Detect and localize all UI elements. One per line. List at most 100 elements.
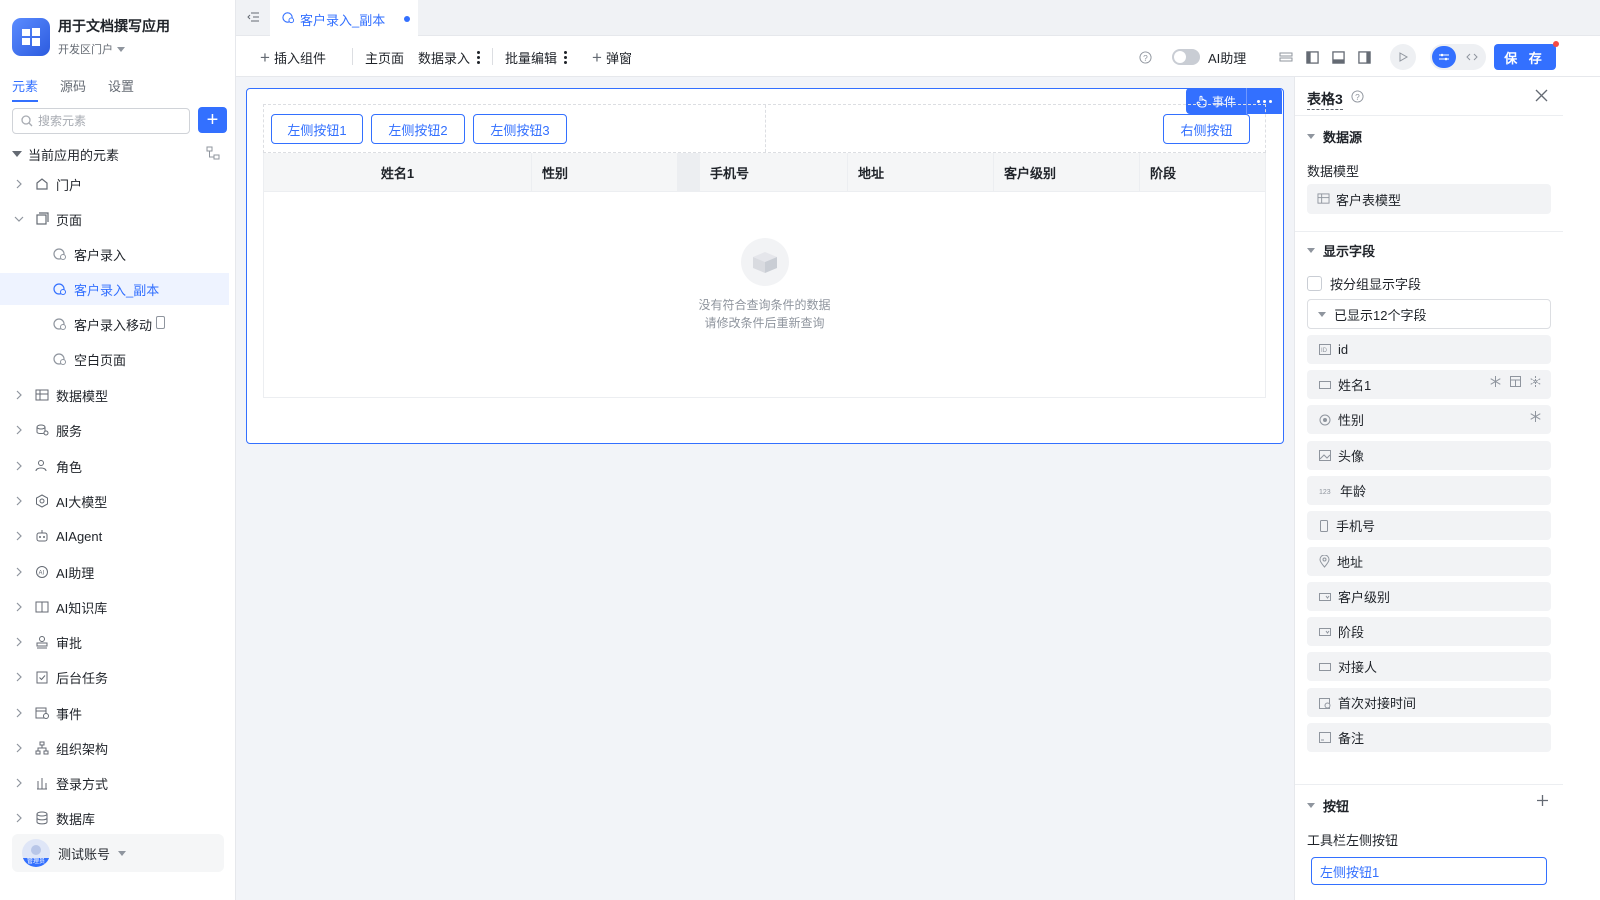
batch-edit-menu[interactable]: 批量编辑 [505, 48, 568, 67]
sidebar-item-service[interactable]: 服务 [0, 414, 229, 446]
column-header[interactable]: 客户级别 [994, 153, 1140, 192]
search-input[interactable] [38, 114, 178, 128]
collapse-sidebar-icon[interactable] [246, 10, 260, 27]
left-panel-icon[interactable] [1303, 48, 1321, 66]
popup-button[interactable]: + 弹窗 [592, 48, 632, 67]
right-panel-icon[interactable] [1355, 48, 1373, 66]
displayed-fields-toggle[interactable]: 已显示12个字段 [1307, 299, 1551, 329]
left-button-2[interactable]: 左侧按钮2 [371, 114, 465, 144]
left-button-1[interactable]: 左侧按钮1 [271, 114, 363, 144]
column-header[interactable]: 姓名1 [264, 153, 532, 192]
sidebar-item-role[interactable]: 角色 [0, 450, 229, 482]
column-header[interactable]: 手机号 [700, 153, 848, 192]
sidebar-item-label: 门户 [56, 177, 83, 193]
sidebar-item-approval[interactable]: 审批 [0, 626, 229, 658]
field-item[interactable]: 备注 [1307, 723, 1551, 752]
code-mode-button[interactable] [1460, 46, 1484, 68]
fields-section-header[interactable]: 显示字段 [1307, 241, 1375, 260]
field-item[interactable]: ID id [1307, 335, 1551, 364]
env-selector[interactable]: 开发区门户 [58, 41, 170, 57]
sidebar-item-ai-assistant[interactable]: AI AI助理 [0, 556, 229, 588]
data-entry-menu[interactable]: 数据录入 [418, 48, 481, 67]
field-item[interactable]: 阶段 [1307, 617, 1551, 646]
sidebar-item-customer-entry[interactable]: 客户录入 [0, 238, 229, 270]
tab-settings[interactable]: 设置 [108, 76, 134, 102]
left-button-3[interactable]: 左侧按钮3 [473, 114, 567, 144]
group-fields-option[interactable]: 按分组显示字段 [1307, 274, 1421, 293]
plus-icon: + [206, 108, 219, 131]
service-icon [34, 422, 50, 438]
field-item[interactable]: 头像 [1307, 441, 1551, 470]
divider [492, 48, 493, 65]
sidebar-item-customer-entry-copy[interactable]: 客户录入_副本 [0, 273, 229, 305]
right-button[interactable]: 右侧按钮 [1163, 114, 1250, 144]
ai-assistant-icon: AI [34, 564, 50, 580]
field-item[interactable]: 对接人 [1307, 652, 1551, 681]
sidebar-item-organization[interactable]: 组织架构 [0, 732, 229, 764]
tab-source[interactable]: 源码 [60, 76, 86, 102]
sidebar-item-ai-model[interactable]: AI大模型 [0, 485, 229, 517]
sidebar-item-data-model[interactable]: 数据模型 [0, 379, 229, 411]
sidebar-item-blank-page[interactable]: 空白页面 [0, 343, 229, 375]
tab-elements[interactable]: 元素 [12, 76, 39, 102]
column-header[interactable]: 阶段 [1140, 153, 1265, 192]
datetime-icon [1319, 697, 1331, 709]
toolbar-left-button-input[interactable] [1311, 857, 1547, 885]
column-resizer[interactable] [678, 153, 700, 192]
sidebar-item-ai-knowledge[interactable]: AI知识库 [0, 591, 229, 623]
chevron-right-icon [12, 179, 26, 189]
caret-down-icon [1307, 248, 1315, 253]
component-title[interactable]: 表格3 [1307, 89, 1343, 110]
field-item[interactable]: 地址 [1307, 547, 1551, 576]
preview-button[interactable] [1390, 44, 1416, 70]
sidebar-item-ai-agent[interactable]: AIAgent [0, 520, 229, 552]
tab-customer-entry-copy[interactable]: 客户录入_副本 [270, 0, 418, 36]
field-item[interactable]: 手机号 [1307, 511, 1551, 540]
sidebar-item-label: 页面 [56, 212, 83, 228]
unfreeze-icon[interactable] [1530, 376, 1541, 387]
sidebar-item-event[interactable]: 事件 [0, 697, 229, 729]
outline-icon[interactable] [1277, 48, 1295, 66]
home-page-button[interactable]: 主页面 [365, 48, 404, 67]
sidebar-item-customer-entry-mobile[interactable]: 客户录入移动 [0, 308, 229, 340]
field-item[interactable]: 123 年龄 [1307, 476, 1551, 505]
field-item[interactable]: 客户级别 [1307, 582, 1551, 611]
freeze-icon[interactable] [1490, 376, 1501, 387]
sidebar-item-background-task[interactable]: 后台任务 [0, 661, 229, 693]
org-icon [34, 740, 50, 756]
bottom-panel-icon[interactable] [1329, 48, 1347, 66]
group-fields-checkbox[interactable] [1307, 276, 1322, 291]
sidebar-item-database[interactable]: 数据库 [0, 802, 229, 834]
sidebar-item-pages[interactable]: 页面 [0, 203, 229, 235]
add-element-button[interactable]: + [198, 107, 227, 133]
tree-layout-icon[interactable] [206, 146, 220, 163]
data-model-selector[interactable]: 客户表模型 [1307, 184, 1551, 214]
tree-root[interactable]: 当前应用的元素 [12, 145, 224, 163]
datasource-section-header[interactable]: 数据源 [1307, 127, 1362, 146]
tree-root-label: 当前应用的元素 [28, 147, 120, 163]
column-header[interactable]: 性别 [532, 153, 678, 192]
insert-component-button[interactable]: + 插入组件 [260, 48, 326, 67]
add-button-icon[interactable] [1536, 794, 1549, 810]
app-header[interactable]: 用于文档撰写应用 开发区门户 [12, 16, 170, 57]
column-settings-icon[interactable] [1510, 376, 1521, 387]
field-item[interactable]: 性别 [1307, 405, 1551, 434]
field-item[interactable]: 首次对接时间 [1307, 688, 1551, 717]
close-icon[interactable] [1535, 89, 1548, 105]
field-label: 手机号 [1336, 519, 1376, 534]
field-item[interactable]: 姓名1 [1307, 370, 1551, 399]
batch-edit-label: 批量编辑 [505, 51, 558, 66]
help-icon[interactable]: ? [1136, 48, 1154, 66]
user-menu[interactable]: 管理员 测试账号 [12, 834, 224, 872]
sidebar-item-login-method[interactable]: 登录方式 [0, 767, 229, 799]
ai-assistant-toggle[interactable] [1172, 49, 1200, 65]
buttons-section-header[interactable]: 按钮 [1307, 796, 1349, 815]
settings-mode-button[interactable] [1432, 46, 1456, 68]
column-header[interactable]: 地址 [848, 153, 994, 192]
login-icon [34, 775, 50, 791]
sidebar-item-portal[interactable]: 门户 [0, 168, 229, 200]
save-button[interactable]: 保 存 [1494, 44, 1556, 70]
help-icon[interactable]: ? [1351, 90, 1364, 106]
freeze-icon[interactable] [1530, 411, 1541, 422]
fields-section-title: 显示字段 [1323, 244, 1376, 259]
